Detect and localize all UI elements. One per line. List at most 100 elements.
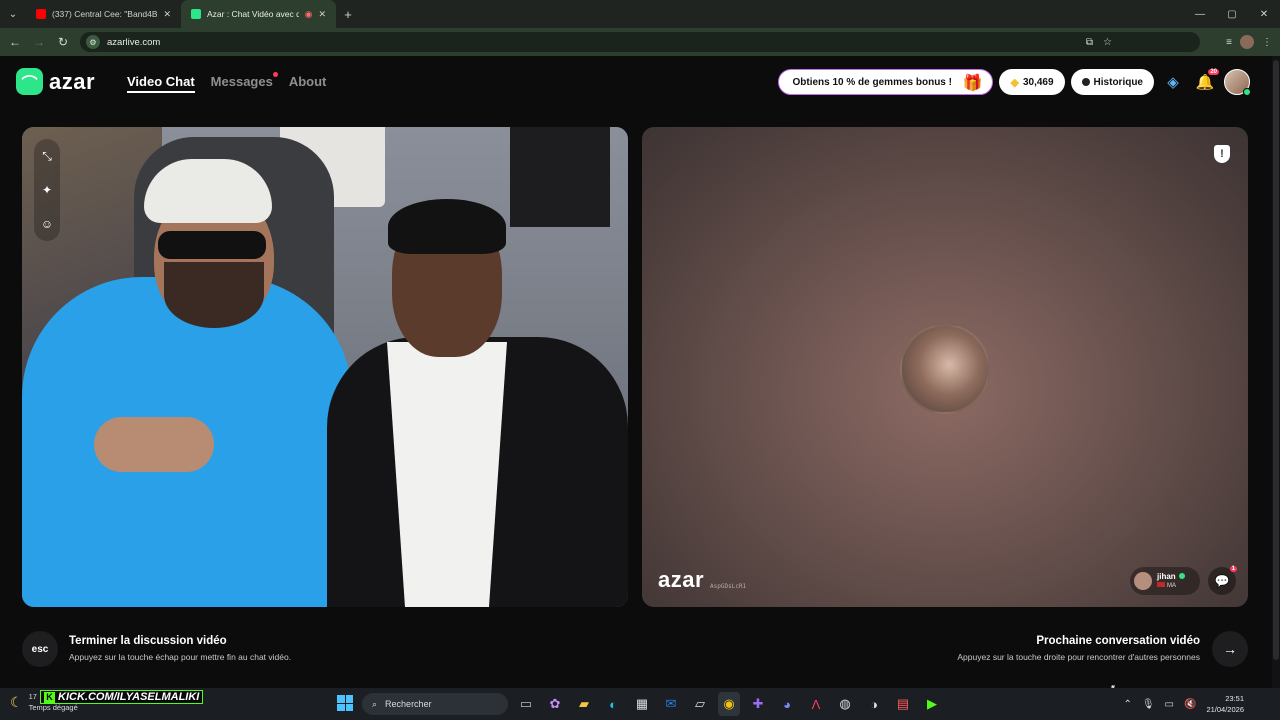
media-controls-icon[interactable]: ≡ [1226,37,1232,48]
address-bar-row: ← → ↻ ⚙ azarlive.com ⧉ ☆ ≡ ⋮ [0,28,1280,56]
person-2-shirt [387,342,507,607]
notifications-bell-icon[interactable]: 🔔 20 [1192,69,1219,95]
chat-bubble-button[interactable]: 💬 1 [1208,566,1237,595]
new-tab-button[interactable]: + [336,7,360,22]
shop-icon[interactable]: ◈ [1160,69,1186,95]
close-window-button[interactable]: ✕ [1248,0,1280,28]
display-icon[interactable]: ▭ [1165,699,1174,710]
end-chat-button[interactable]: esc [22,631,58,667]
clock-time: 23:51 [1225,694,1244,703]
url-field[interactable]: ⚙ azarlive.com ⧉ ☆ [80,32,1200,52]
nav-messages[interactable]: Messages [210,72,278,89]
site-info-icon[interactable]: ⚙ [86,35,100,49]
gem-icon: ◆ [1010,76,1019,89]
person-1-hands [94,417,214,472]
media-app-icon[interactable]: ▤ [892,692,914,716]
next-chat-info: Prochaine conversation vidéo Appuyez sur… [957,635,1200,662]
tab-azar[interactable]: Azar : Chat Vidéo avec de nouve ◉ ✕ [181,0,336,28]
edge-icon[interactable]: ◐ [602,692,624,716]
nav-video-chat[interactable]: Video Chat [127,74,195,93]
chat-bubble-icon: 💬 [1214,574,1230,588]
bookmark-star-icon[interactable]: ☆ [1103,37,1112,48]
file-explorer-icon[interactable]: ▰ [573,692,595,716]
copilot-icon[interactable]: ✿ [544,692,566,716]
taskbar-apps: ▭ ✿ ▰ ◐ ▦ ✉ ▱ ◉ ✚ ◕ Λ ◍ ◑ ▤ ▶ [515,692,943,716]
adobe-icon[interactable]: Λ [805,692,827,716]
toolbar-right: ≡ ⋮ [1226,28,1280,56]
search-placeholder: Rechercher [385,699,432,709]
youtube-icon [36,9,46,19]
maximize-button[interactable]: ▢ [1216,0,1248,28]
azar-watermark: azar AspGDsLcR1 [658,567,746,593]
magic-wand-icon[interactable]: ✦ [34,179,60,201]
taskbar-search[interactable]: ⌕ Rechercher [362,693,508,715]
forward-button[interactable]: → [27,28,51,56]
system-tray: ⌃ 🎙 ▭ 🔇 23:51 21/04/2026 [1123,688,1244,720]
session-id: AspGDsLcR1 [710,583,747,590]
back-button[interactable]: ← [3,28,27,56]
nav-about[interactable]: About [289,74,327,89]
kick-app-icon[interactable]: ▶ [921,692,943,716]
tab-youtube[interactable]: (337) Central Cee: "Band4Band" ✕ [26,0,181,28]
game-icon[interactable]: ✚ [747,692,769,716]
kick-logo: K [44,691,55,703]
online-indicator [1243,88,1251,96]
store-icon[interactable]: ▦ [631,692,653,716]
url-text: azarlive.com [107,36,161,48]
main-nav: Video Chat Messages About [127,72,327,93]
window-controls: — ▢ ✕ [1184,0,1280,28]
partner-profile-chip[interactable]: jihan MA [1130,567,1200,595]
reload-button[interactable]: ↻ [51,28,75,56]
page-scrollbar[interactable] [1272,56,1280,688]
microphone-icon[interactable]: 🎙 [1142,699,1155,710]
browser-menu-icon[interactable]: ⋮ [1262,37,1272,48]
history-label: Historique [1093,76,1143,88]
partner-video: ! azar AspGDsLcR1 jihan MA 💬 1 [642,127,1248,607]
watermark-logo: azar [658,567,705,592]
next-chat-title: Prochaine conversation vidéo [1036,635,1200,647]
minimize-button[interactable]: — [1184,0,1216,28]
chrome-icon[interactable]: ◉ [718,692,740,716]
search-icon: ⌕ [372,698,378,709]
url-actions: ⧉ ☆ [1086,32,1112,52]
history-icon [1081,78,1090,86]
hanging-jacket [510,127,610,227]
history-button[interactable]: Historique [1070,69,1154,95]
partner-mini-avatar [1134,572,1152,590]
tab-title: Azar : Chat Vidéo avec de nouve [207,9,299,19]
obs-icon[interactable]: ◍ [834,692,856,716]
user-avatar[interactable] [1224,69,1251,96]
end-chat-hint: Appuyez sur la touche échap pour mettre … [69,652,292,662]
face-filter-icon[interactable]: ☺ [34,213,60,235]
close-tab-icon[interactable]: ✕ [163,9,171,20]
gems-balance[interactable]: ◆ 30,469 [999,69,1065,95]
app-icon[interactable]: ◑ [863,692,885,716]
gems-count: 30,469 [1022,76,1054,88]
self-video: ⤡ ✦ ☺ [22,127,628,607]
cast-icon[interactable]: ⧉ [1086,37,1093,48]
person-1-sunglasses [158,231,266,259]
tab-search-button[interactable]: ⌄ [0,0,26,28]
gift-icon: 🎁 [962,75,983,92]
clock[interactable]: 23:51 21/04/2026 [1206,693,1244,715]
azar-logo[interactable]: ⌒ azar [16,68,95,95]
tab-title: (337) Central Cee: "Band4Band" [52,9,158,19]
folder-icon[interactable]: ▱ [689,692,711,716]
profile-avatar[interactable] [1240,35,1254,49]
scrollbar-thumb[interactable] [1273,60,1279,660]
discord-icon[interactable]: ◕ [776,692,798,716]
header-actions: Obtiens 10 % de gemmes bonus ! 🎁 ◆ 30,46… [778,69,1251,96]
report-shield-icon[interactable]: ! [1214,145,1230,163]
collapse-icon[interactable]: ⤡ [34,145,60,167]
volume-muted-icon[interactable]: 🔇 [1184,699,1196,710]
gem-bonus-promo[interactable]: Obtiens 10 % de gemmes bonus ! 🎁 [778,69,994,95]
next-chat-button[interactable]: → [1212,631,1248,667]
task-view-icon[interactable]: ▭ [515,692,537,716]
outlook-icon[interactable]: ✉ [660,692,682,716]
close-tab-icon[interactable]: ✕ [318,9,326,20]
nav-messages-label: Messages [210,74,273,89]
windows-start-icon[interactable] [337,695,353,711]
kick-overlay: K KICK.COM/ILYASELMALIKI [40,690,204,704]
tray-chevron-icon[interactable]: ⌃ [1123,699,1131,710]
moon-icon: ☾ [10,693,23,710]
